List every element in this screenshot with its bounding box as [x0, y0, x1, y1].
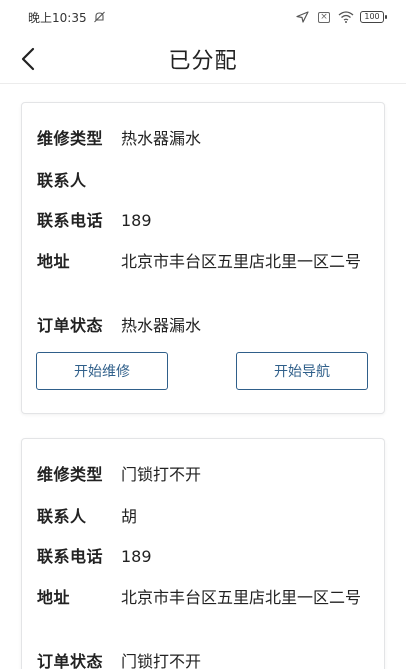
- phone-row: 联系电话 189: [37, 543, 152, 567]
- status-time: 晚上10:35: [28, 10, 87, 25]
- repair-type-label: 维修类型: [37, 465, 104, 484]
- address-label: 地址: [37, 588, 71, 607]
- repair-type-label: 维修类型: [37, 129, 104, 148]
- contact-row: 联系人: [37, 167, 121, 191]
- battery-icon: 100: [360, 11, 387, 23]
- repair-type-row: 维修类型 热水器漏水: [37, 125, 201, 149]
- address-row: 地址 北京市丰台区五里店北里一区二号: [37, 248, 361, 272]
- order-list[interactable]: 维修类型 热水器漏水 联系人 联系电话 189 地址 北京市丰台区五里店北里一区…: [0, 84, 406, 669]
- status-bar: 晚上10:35 × 100: [0, 0, 406, 34]
- order-status-row: 订单状态 门锁打不开: [37, 648, 201, 669]
- wifi-icon: [338, 11, 354, 23]
- contact-value: 胡: [121, 507, 138, 526]
- status-bar-right: × 100: [296, 11, 387, 23]
- order-status-value: 热水器漏水: [121, 316, 202, 335]
- back-button[interactable]: [14, 45, 42, 73]
- address-value: 北京市丰台区五里店北里一区二号: [121, 252, 362, 271]
- status-bar-left: 晚上10:35: [28, 9, 107, 26]
- page-title: 已分配: [168, 48, 238, 74]
- address-row: 地址 北京市丰台区五里店北里一区二号: [37, 584, 361, 608]
- repair-type-value: 门锁打不开: [121, 465, 202, 484]
- order-status-label: 订单状态: [37, 652, 104, 669]
- repair-type-value: 热水器漏水: [121, 129, 202, 148]
- sim-none-icon: ×: [318, 11, 330, 23]
- phone-value: 189: [121, 547, 152, 566]
- order-card: 维修类型 热水器漏水 联系人 联系电话 189 地址 北京市丰台区五里店北里一区…: [21, 102, 385, 414]
- location-arrow-icon: [296, 11, 310, 23]
- phone-label: 联系电话: [37, 211, 104, 230]
- address-value: 北京市丰台区五里店北里一区二号: [121, 588, 362, 607]
- order-status-value: 门锁打不开: [121, 652, 202, 669]
- phone-label: 联系电话: [37, 547, 104, 566]
- contact-label: 联系人: [37, 507, 87, 526]
- start-repair-button[interactable]: 开始维修: [36, 352, 168, 390]
- alarm-off-icon: [93, 11, 107, 23]
- phone-value: 189: [121, 211, 152, 230]
- repair-type-row: 维修类型 门锁打不开: [37, 461, 201, 485]
- nav-bar: 已分配: [0, 34, 406, 84]
- address-label: 地址: [37, 252, 71, 271]
- contact-row: 联系人 胡: [37, 503, 137, 527]
- chevron-left-icon: [21, 47, 35, 71]
- phone-row: 联系电话 189: [37, 207, 152, 231]
- order-card: 维修类型 门锁打不开 联系人 胡 联系电话 189 地址 北京市丰台区五里店北里…: [21, 438, 385, 669]
- order-status-row: 订单状态 热水器漏水: [37, 312, 201, 336]
- start-navigation-button[interactable]: 开始导航: [236, 352, 368, 390]
- contact-label: 联系人: [37, 171, 87, 190]
- order-status-label: 订单状态: [37, 316, 104, 335]
